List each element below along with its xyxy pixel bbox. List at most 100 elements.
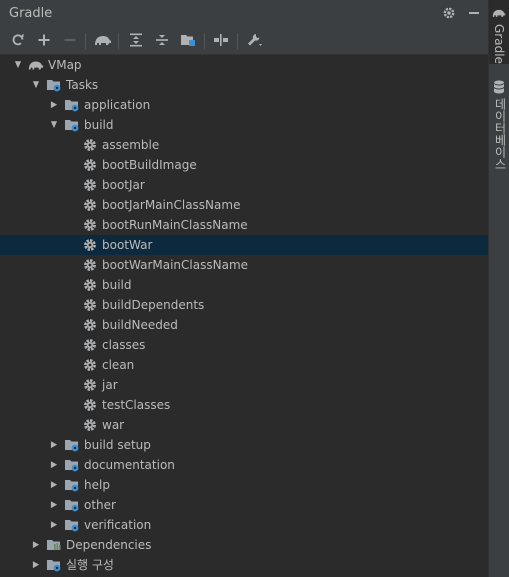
chevron-right-icon[interactable]: ▶	[49, 498, 60, 512]
tree-node-dependencies[interactable]: ▶ Dependencies	[0, 535, 488, 555]
tree-node-task-group[interactable]: ▶ documentation	[0, 455, 488, 475]
dependencies-icon	[46, 537, 62, 553]
tree-node-label: buildNeeded	[102, 318, 178, 332]
minus-icon[interactable]	[60, 30, 80, 50]
gear-icon	[82, 317, 98, 333]
tree-node-task[interactable]: bootWarMainClassName	[0, 255, 488, 275]
gear-icon	[82, 177, 98, 193]
minimize-icon[interactable]	[465, 4, 483, 22]
gear-icon[interactable]	[440, 4, 458, 22]
gradle-elephant-icon[interactable]	[93, 30, 113, 50]
tree-node-task[interactable]: bootRunMainClassName	[0, 215, 488, 235]
tree-node-label: classes	[102, 338, 146, 352]
chevron-down-icon[interactable]: ▼	[49, 118, 60, 132]
gear-icon	[82, 417, 98, 433]
tree-node-label: application	[84, 98, 151, 112]
tree-node-label: buildDependents	[102, 298, 205, 312]
tree-node-project[interactable]: ▼ VMap	[0, 55, 488, 75]
gradle-tool-window: Gradle ▼ VMap ▼ Tasks ▶ application ▼ bu…	[0, 0, 488, 577]
tree-node-task-group[interactable]: ▶ other	[0, 495, 488, 515]
tree-node-label: Tasks	[66, 78, 99, 92]
tree-node-task[interactable]: clean	[0, 355, 488, 375]
tree-node-label: bootBuildImage	[102, 158, 197, 172]
wrench-icon[interactable]	[245, 30, 265, 50]
tree-node-task[interactable]: buildNeeded	[0, 315, 488, 335]
gear-icon	[82, 237, 98, 253]
toolbar-separator	[85, 33, 86, 49]
tree-node-label: bootJarMainClassName	[102, 198, 241, 212]
tree-node-task[interactable]: build	[0, 275, 488, 295]
gear-icon	[82, 277, 98, 293]
tree-node-task-group[interactable]: ▶ build setup	[0, 435, 488, 455]
sidebar-tab-gradle[interactable]: Gradle	[489, 0, 509, 64]
tree-node-label: clean	[102, 358, 135, 372]
refresh-icon[interactable]	[8, 30, 28, 50]
task-folder-icon	[64, 117, 80, 133]
tree-node-task-group[interactable]: ▶ help	[0, 475, 488, 495]
tree-node-task[interactable]: bootJar	[0, 175, 488, 195]
toolbar-separator	[237, 33, 238, 49]
tree-node-task-group[interactable]: ▼ build	[0, 115, 488, 135]
tree-node-label: build	[84, 118, 114, 132]
tree-node-label: bootWarMainClassName	[102, 258, 249, 272]
tree-node-task[interactable]: buildDependents	[0, 295, 488, 315]
tree-node-label: testClasses	[102, 398, 171, 412]
tree-node-label: bootJar	[102, 178, 145, 192]
toolbar-separator	[118, 33, 119, 49]
folder-group-icon[interactable]	[178, 30, 198, 50]
chevron-right-icon[interactable]: ▶	[31, 538, 42, 552]
sidebar-tab-label: 데이터베이스	[493, 98, 507, 170]
tree-node-label: war	[102, 418, 125, 432]
tree-node-label: build	[102, 278, 132, 292]
tree-node-task[interactable]: bootBuildImage	[0, 155, 488, 175]
gear-icon	[82, 297, 98, 313]
sidebar-tab-label: Gradle	[492, 24, 506, 64]
gear-icon	[82, 377, 98, 393]
chevron-down-icon[interactable]: ▼	[31, 78, 42, 92]
tree-node-task[interactable]: classes	[0, 335, 488, 355]
tree-node-label: verification	[84, 518, 152, 532]
tree-node-task-group[interactable]: ▶ application	[0, 95, 488, 115]
tree-node-label: VMap	[48, 58, 82, 72]
tree-node-run-configurations[interactable]: ▶ 실행 구성	[0, 555, 488, 575]
gear-icon	[82, 397, 98, 413]
chevron-right-icon[interactable]: ▶	[49, 518, 60, 532]
collapse-all-icon[interactable]	[152, 30, 172, 50]
tree-node-task[interactable]: testClasses	[0, 395, 488, 415]
tree-node-task[interactable]: assemble	[0, 135, 488, 155]
chevron-right-icon[interactable]: ▶	[49, 438, 60, 452]
gradle-toolbar	[0, 27, 488, 55]
gear-icon	[82, 197, 98, 213]
plus-icon[interactable]	[34, 30, 54, 50]
tree-node-label: build setup	[84, 438, 151, 452]
offline-icon[interactable]	[211, 30, 231, 50]
tree-node-label: assemble	[102, 138, 160, 152]
chevron-right-icon[interactable]: ▶	[49, 478, 60, 492]
task-folder-icon	[64, 517, 80, 533]
gear-icon	[82, 337, 98, 353]
tree-node-task[interactable]: war	[0, 415, 488, 435]
tree-node-label: bootRunMainClassName	[102, 218, 248, 232]
tree-node-label: 실행 구성	[66, 558, 114, 572]
tree-node-task[interactable]: bootWar	[0, 235, 488, 255]
task-folder-icon	[64, 97, 80, 113]
right-tool-window-bar: Gradle 데이터베이스	[488, 0, 509, 577]
chevron-down-icon[interactable]: ▼	[13, 58, 24, 72]
tree-node-label: help	[84, 478, 110, 492]
tree-node-task[interactable]: bootJarMainClassName	[0, 195, 488, 215]
gear-icon	[82, 257, 98, 273]
gear-icon	[82, 217, 98, 233]
chevron-right-icon[interactable]: ▶	[31, 558, 42, 572]
expand-all-icon[interactable]	[126, 30, 146, 50]
task-folder-icon	[46, 77, 62, 93]
tree-node-label: jar	[102, 378, 118, 392]
tree-node-label: bootWar	[102, 238, 153, 252]
tree-node-task-group[interactable]: ▶ verification	[0, 515, 488, 535]
sidebar-tab-database[interactable]: 데이터베이스	[489, 76, 509, 170]
chevron-right-icon[interactable]: ▶	[49, 458, 60, 472]
tree-node-label: other	[84, 498, 116, 512]
tree-node-task[interactable]: jar	[0, 375, 488, 395]
chevron-right-icon[interactable]: ▶	[49, 98, 60, 112]
tool-window-header: Gradle	[0, 0, 488, 27]
tree-node-tasks[interactable]: ▼ Tasks	[0, 75, 488, 95]
